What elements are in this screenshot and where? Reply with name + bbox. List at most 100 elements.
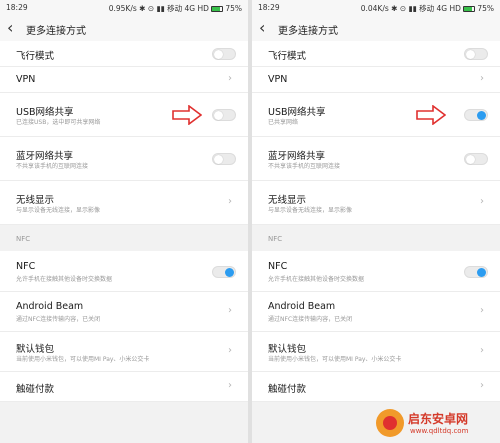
network-label: 移动 4G HD bbox=[167, 4, 209, 13]
battery-icon bbox=[463, 6, 476, 12]
settings-row-description: 允许手机在接触其他设备时交换数据 bbox=[268, 275, 365, 283]
settings-row-label: NFC bbox=[16, 260, 36, 272]
chevron-right-icon: › bbox=[228, 73, 232, 84]
chevron-right-icon: › bbox=[480, 305, 484, 316]
annotation-arrow-icon bbox=[172, 105, 202, 125]
status-right-info: 0.95K/s ✱ ⊙ ▮▮ 移动 4G HD 75% bbox=[109, 3, 242, 14]
settings-row[interactable]: Android Beam 通过NFC连接传输内容，已关闭 › bbox=[252, 292, 500, 332]
toggle-knob bbox=[225, 267, 234, 277]
toggle-knob bbox=[477, 267, 486, 277]
settings-row-label: NFC bbox=[268, 260, 288, 272]
network-speed: 0.95K/s bbox=[108, 4, 137, 13]
nfc-section-header: NFC bbox=[16, 235, 31, 243]
settings-row-label: 默认钱包 bbox=[268, 344, 307, 355]
settings-row-description: 不共享该手机的互联网连接 bbox=[268, 163, 341, 170]
title-bar: ‹ 更多连接方式 bbox=[0, 15, 248, 41]
toggle-switch[interactable] bbox=[212, 48, 236, 60]
settings-row-label: USB网络共享 bbox=[16, 107, 74, 118]
settings-row-description: 当前使用小米钱包，可以使用MI Pay、小米公交卡 bbox=[16, 356, 150, 363]
chevron-right-icon: › bbox=[228, 305, 232, 316]
toggle-switch[interactable] bbox=[464, 265, 488, 278]
settings-row-description: 不共享该手机的互联网连接 bbox=[16, 163, 89, 170]
settings-row[interactable]: 飞行模式 bbox=[0, 41, 248, 67]
settings-row-description: 已共享网络 bbox=[268, 119, 299, 126]
settings-row-label: 蓝牙网络共享 bbox=[16, 151, 74, 162]
toggle-knob bbox=[214, 50, 223, 59]
network-speed: 0.04K/s bbox=[360, 4, 389, 13]
toggle-knob bbox=[214, 155, 223, 164]
signal-icons: ✱ ⊙ ▮▮ bbox=[388, 4, 420, 13]
settings-row[interactable]: 飞行模式 bbox=[252, 41, 500, 67]
battery-icon bbox=[211, 6, 224, 12]
title-bar: ‹ 更多连接方式 bbox=[252, 15, 500, 41]
toggle-switch[interactable] bbox=[464, 48, 488, 60]
battery-wrap bbox=[211, 4, 225, 13]
chevron-right-icon: › bbox=[228, 196, 232, 207]
status-time: 18:29 bbox=[6, 3, 28, 12]
status-time: 18:29 bbox=[258, 3, 280, 12]
settings-row-label: 默认钱包 bbox=[16, 344, 55, 355]
battery-percent: 75% bbox=[477, 4, 494, 13]
settings-row-label: 无线显示 bbox=[16, 195, 55, 206]
settings-row-label: 飞行模式 bbox=[268, 51, 307, 62]
toggle-knob bbox=[466, 50, 475, 59]
settings-row-label: 触碰付款 bbox=[268, 384, 307, 395]
settings-row[interactable]: 触碰付款 › bbox=[0, 372, 248, 402]
battery-percent: 75% bbox=[225, 4, 242, 13]
settings-row[interactable]: USB网络共享 已连接USB，选中即可共享网络 bbox=[0, 93, 248, 137]
settings-row[interactable]: 触碰付款 › bbox=[252, 372, 500, 402]
settings-row-label: 触碰付款 bbox=[16, 384, 55, 395]
settings-row[interactable]: USB网络共享 已共享网络 bbox=[252, 93, 500, 137]
settings-row[interactable]: 默认钱包 当前使用小米钱包，可以使用MI Pay、小米公交卡 › bbox=[252, 332, 500, 372]
toggle-switch[interactable] bbox=[212, 109, 236, 121]
page-title: 更多连接方式 bbox=[278, 26, 338, 37]
settings-row[interactable]: VPN › bbox=[0, 67, 248, 93]
settings-row-label: Android Beam bbox=[16, 301, 84, 312]
settings-row-description: 允许手机在接触其他设备时交换数据 bbox=[16, 275, 113, 283]
watermark-logo-icon bbox=[376, 409, 404, 437]
settings-row[interactable]: VPN › bbox=[252, 67, 500, 93]
settings-row-label: 飞行模式 bbox=[16, 51, 55, 62]
nfc-section-header: NFC bbox=[268, 235, 283, 243]
nfc-section-gap: NFC bbox=[0, 225, 248, 251]
screen-before: 18:29 0.95K/s ✱ ⊙ ▮▮ 移动 4G HD 75% ‹ 更多连接方式飞… bbox=[0, 0, 248, 443]
status-right-info: 0.04K/s ✱ ⊙ ▮▮ 移动 4G HD 75% bbox=[361, 3, 494, 14]
chevron-right-icon: › bbox=[480, 73, 484, 84]
chevron-right-icon: › bbox=[228, 345, 232, 356]
settings-row[interactable]: 蓝牙网络共享 不共享该手机的互联网连接 bbox=[252, 137, 500, 181]
settings-row-label: 蓝牙网络共享 bbox=[268, 151, 326, 162]
settings-row-description: 已连接USB，选中即可共享网络 bbox=[16, 119, 101, 126]
toggle-switch[interactable] bbox=[212, 153, 236, 165]
settings-row-description: 与显示设备无线连接，显示影像 bbox=[16, 207, 101, 214]
status-bar: 18:29 0.95K/s ✱ ⊙ ▮▮ 移动 4G HD 75% bbox=[0, 0, 248, 15]
settings-row-label: USB网络共享 bbox=[268, 107, 326, 118]
settings-row[interactable]: 默认钱包 当前使用小米钱包，可以使用MI Pay、小米公交卡 › bbox=[0, 332, 248, 372]
settings-row-label: VPN bbox=[268, 74, 288, 85]
toggle-switch[interactable] bbox=[212, 265, 236, 278]
toggle-switch[interactable] bbox=[464, 153, 488, 165]
settings-row[interactable]: 蓝牙网络共享 不共享该手机的互联网连接 bbox=[0, 137, 248, 181]
settings-row[interactable]: 无线显示 与显示设备无线连接，显示影像 › bbox=[0, 181, 248, 225]
chevron-right-icon: › bbox=[480, 380, 484, 391]
annotation-arrow-icon bbox=[416, 105, 446, 125]
back-icon[interactable]: ‹ bbox=[259, 20, 273, 36]
settings-row[interactable]: 无线显示 与显示设备无线连接，显示影像 › bbox=[252, 181, 500, 225]
toggle-knob bbox=[214, 111, 223, 120]
toggle-switch[interactable] bbox=[464, 109, 488, 121]
nfc-section-gap: NFC bbox=[252, 225, 500, 251]
settings-row-description: 当前使用小米钱包，可以使用MI Pay、小米公交卡 bbox=[268, 356, 402, 363]
chevron-right-icon: › bbox=[480, 196, 484, 207]
settings-row-description: 通过NFC连接传输内容，已关闭 bbox=[16, 316, 101, 323]
list-bottom-area bbox=[0, 402, 248, 443]
settings-row-label: Android Beam bbox=[268, 301, 336, 312]
toggle-knob bbox=[477, 111, 486, 120]
settings-row[interactable]: Android Beam 通过NFC连接传输内容，已关闭 › bbox=[0, 292, 248, 332]
settings-list: 飞行模式 VPN › USB网络共享 已连接USB，选中即可共享网络 蓝牙网络共享 不共享该… bbox=[0, 41, 248, 443]
back-icon[interactable]: ‹ bbox=[7, 20, 21, 36]
settings-row[interactable]: NFC 允许手机在接触其他设备时交换数据 bbox=[0, 251, 248, 292]
watermark-name: 启东安卓网 bbox=[408, 412, 469, 426]
settings-row-label: VPN bbox=[16, 74, 36, 85]
settings-row[interactable]: NFC 允许手机在接触其他设备时交换数据 bbox=[252, 251, 500, 292]
battery-wrap bbox=[463, 4, 477, 13]
network-label: 移动 4G HD bbox=[419, 4, 461, 13]
